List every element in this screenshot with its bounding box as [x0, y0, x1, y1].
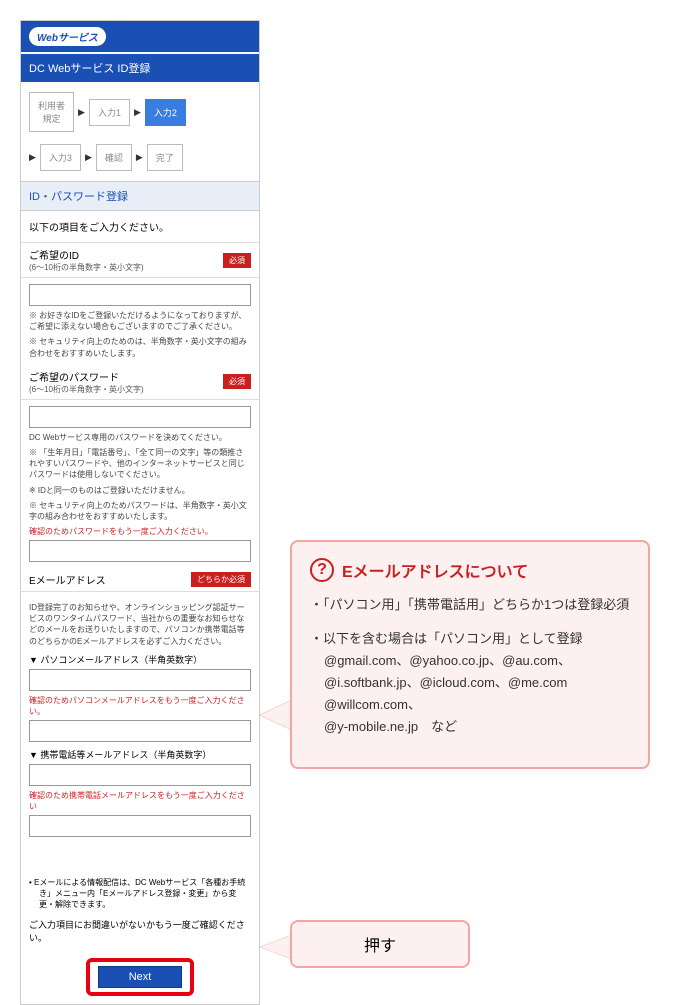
password-input[interactable]	[29, 406, 251, 428]
password-field-group: ご希望のパスワード (6〜10桁の半角数字・英小文字) 必須 DC Webサービ…	[21, 365, 259, 568]
password-confirm-label: 確認のためパスワードをもう一度ご入力ください。	[29, 526, 251, 537]
step-6: 完了	[147, 144, 183, 171]
email-help-callout: ? Eメールアドレスについて ・「パソコン用」「携帯電話用」どちらか1つは登録必…	[290, 540, 650, 769]
password-note-3: ※ セキュリティ向上のためパスワードは、半角数字・英小文字の組み合わせをおすすめ…	[29, 500, 251, 522]
chevron-right-icon: ▶	[136, 152, 143, 163]
pc-email-confirm-input[interactable]	[29, 720, 251, 742]
callout-item-2-domains: @gmail.com、@yahoo.co.jp、@au.com、@i.softb…	[310, 650, 630, 738]
question-icon: ?	[310, 558, 334, 582]
mobile-email-confirm-input[interactable]	[29, 815, 251, 837]
mobile-email-input[interactable]	[29, 764, 251, 786]
next-button[interactable]: Next	[98, 966, 183, 988]
step-2: 入力1	[89, 99, 130, 126]
step-4: 入力3	[40, 144, 81, 171]
pc-email-label: ▼ パソコンメールアドレス（半角英数字）	[29, 653, 251, 666]
chevron-right-icon: ▶	[29, 152, 36, 163]
step-indicator: 利用者 規定 ▶ 入力1 ▶ 入力2 ▶ 入力3 ▶ 確認 ▶ 完了	[21, 82, 259, 181]
id-note-2: ※ セキュリティ向上のためのは、半角数字・英小文字の組み合わせをおすすめいたしま…	[29, 336, 251, 358]
pc-email-input[interactable]	[29, 669, 251, 691]
either-required-badge: どちらか必須	[191, 572, 251, 587]
password-label: ご希望のパスワード	[29, 369, 144, 384]
password-note-0: DC Webサービス専用のパスワードを決めてください。	[29, 432, 251, 443]
press-callout: 押す	[290, 920, 470, 968]
id-label: ご希望のID	[29, 247, 144, 262]
password-note-2: ※ IDと同一のものはご登録いただけません。	[29, 485, 251, 496]
instruction-text: 以下の項目をご入力ください。	[21, 211, 259, 243]
id-field-group: ご希望のID (6〜10桁の半角数字・英小文字) 必須 ※ お好きなIDをご登録…	[21, 243, 259, 365]
chevron-right-icon: ▶	[78, 107, 85, 118]
page-title: DC Webサービス ID登録	[21, 54, 259, 82]
id-input[interactable]	[29, 284, 251, 306]
callout-pointer-icon	[260, 935, 292, 959]
callout-title: Eメールアドレスについて	[342, 558, 528, 582]
step-5: 確認	[96, 144, 132, 171]
phone-mockup: Webサービス DC Webサービス ID登録 利用者 規定 ▶ 入力1 ▶ 入…	[20, 20, 260, 1005]
email-config-note: • Eメールによる情報配信は、DC Webサービス「各種お手続き」メニュー内「E…	[39, 877, 251, 910]
pc-email-confirm-label: 確認のためパソコンメールアドレスをもう一度ご入力ください。	[29, 695, 251, 717]
final-instruction: ご入力項目にお間違いがないかもう一度ご確認ください。	[29, 918, 251, 944]
callout-item-2-head: ・以下を含む場合は「パソコン用」として登録	[310, 628, 630, 650]
mobile-email-label: ▼ 携帯電話等メールアドレス（半角英数字）	[29, 748, 251, 761]
chevron-right-icon: ▶	[134, 107, 141, 118]
password-confirm-input[interactable]	[29, 540, 251, 562]
email-description: ID登録完了のお知らせや、オンラインショッピング認証サービスのワンタイムパスワー…	[29, 602, 251, 647]
required-badge: 必須	[223, 253, 251, 268]
id-hint: (6〜10桁の半角数字・英小文字)	[29, 262, 144, 273]
id-note-1: ※ お好きなIDをご登録いただけるようになっておりますが、ご希望に添えない場合も…	[29, 310, 251, 332]
required-badge: 必須	[223, 374, 251, 389]
press-label: 押す	[364, 938, 396, 955]
bottom-notes: • Eメールによる情報配信は、DC Webサービス「各種お手続き」メニュー内「E…	[21, 871, 259, 950]
callout-pointer-icon	[260, 700, 292, 730]
callout-item-1: ・「パソコン用」「携帯電話用」どちらか1つは登録必須	[310, 594, 630, 616]
chevron-right-icon: ▶	[85, 152, 92, 163]
email-field-group: Eメールアドレス どちらか必須 ID登録完了のお知らせや、オンラインショッピング…	[21, 568, 259, 843]
logo: Webサービス	[29, 27, 106, 46]
password-hint: (6〜10桁の半角数字・英小文字)	[29, 384, 144, 395]
mobile-email-confirm-label: 確認のため携帯電話メールアドレスをもう一度ご入力ください	[29, 790, 251, 812]
step-3-active: 入力2	[145, 99, 186, 126]
section-title: ID・パスワード登録	[21, 181, 259, 211]
email-label: Eメールアドレス	[29, 572, 106, 587]
app-header: Webサービス	[21, 21, 259, 52]
step-1: 利用者 規定	[29, 92, 74, 132]
next-button-highlight: Next	[86, 958, 195, 996]
password-note-1: ※ 「生年月日」「電話番号」、「全て同一の文字」等の類推されやすいパスワードや、…	[29, 447, 251, 481]
